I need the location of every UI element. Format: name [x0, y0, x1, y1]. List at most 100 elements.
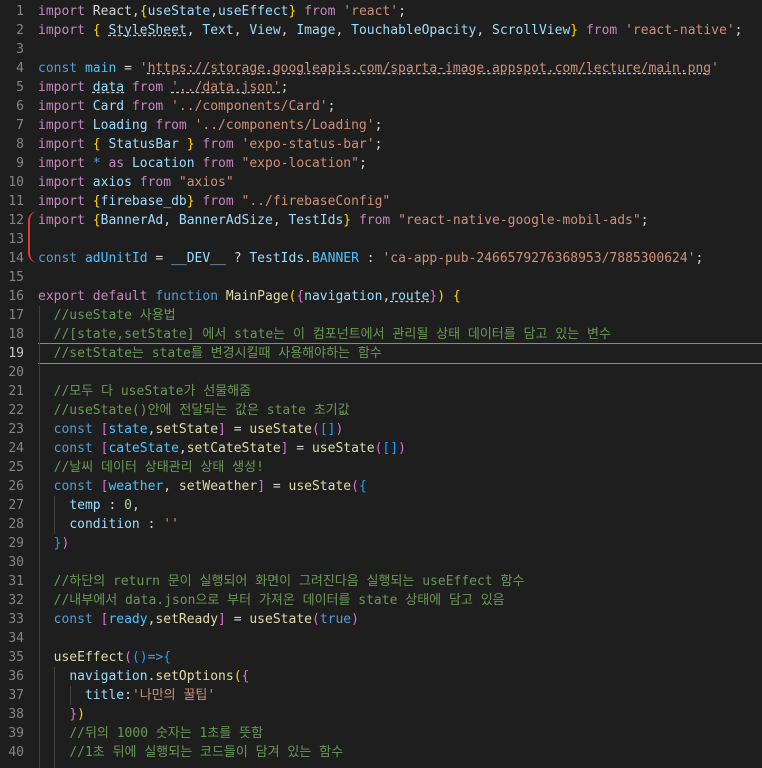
- code-text: import Loading from '../components/Loadi…: [38, 116, 382, 135]
- code-token: {: [163, 650, 172, 665]
- code-line[interactable]: 13: [0, 230, 762, 249]
- code-token: 'ca-app-pub-2466579276368953/7885300624': [382, 251, 696, 266]
- code-line[interactable]: 18 //[state,setState] 에서 state는 이 컴포넌트에서…: [0, 325, 762, 344]
- code-line[interactable]: 21 //모두 다 useState가 선물해줌: [0, 382, 762, 401]
- code-line[interactable]: 16 export default function MainPage({navi…: [0, 287, 762, 306]
- code-token: =: [147, 251, 172, 266]
- code-token: useEffect: [53, 650, 125, 665]
- code-line[interactable]: 40 //1초 뒤에 실행되는 코드들이 담겨 있는 함수: [0, 743, 762, 762]
- code-text: const main = 'https://storage.googleapis…: [38, 59, 719, 78]
- code-line[interactable]: 31 //하단의 return 문이 실행되어 화면이 그려진다음 실행되는 u…: [0, 572, 762, 591]
- code-token: ,: [186, 23, 203, 38]
- code-line[interactable]: 10 import axios from "axios": [0, 173, 762, 192]
- code-line[interactable]: 30: [0, 553, 762, 572]
- code-line[interactable]: 32 //내부에서 data.json으로 부터 가져온 데이터를 state …: [0, 591, 762, 610]
- code-line[interactable]: 19 //setState는 state를 변경시킬때 사용해야하는 함수: [0, 344, 762, 363]
- code-line[interactable]: 36 navigation.setOptions({: [0, 667, 762, 686]
- code-line[interactable]: 5 import data from '../data.json';: [0, 78, 762, 97]
- code-line[interactable]: 14 const adUnitId = __DEV__ ? TestIds.BAN…: [0, 249, 762, 268]
- code-line[interactable]: 7 import Loading from '../components/Load…: [0, 116, 762, 135]
- code-line[interactable]: 29 }): [0, 534, 762, 553]
- code-token: []: [319, 422, 336, 437]
- code-text: condition : '': [38, 515, 179, 534]
- code-token: (: [311, 422, 320, 437]
- code-token: MainPage: [225, 289, 289, 304]
- code-line[interactable]: 25 //날씨 데이터 상태관리 상태 생성!: [0, 458, 762, 477]
- code-token: (: [311, 612, 320, 627]
- code-token: const: [53, 441, 93, 456]
- code-line[interactable]: 37 title:'나만의 꿀팁': [0, 686, 762, 705]
- code-token: import: [38, 99, 85, 114]
- code-token: axios: [92, 175, 132, 190]
- code-token: useState: [249, 422, 312, 437]
- code-line[interactable]: 34: [0, 629, 762, 648]
- code-token: Card: [92, 99, 125, 114]
- code-line[interactable]: 12 import {BannerAd, BannerAdSize, TestId…: [0, 211, 762, 230]
- code-line[interactable]: 15: [0, 268, 762, 287]
- code-token: '../components/Loading': [194, 118, 375, 133]
- code-token: {: [92, 213, 101, 228]
- line-number: 26: [8, 479, 24, 494]
- code-line[interactable]: 38 }): [0, 705, 762, 724]
- line-number: 19: [8, 346, 24, 361]
- code-line[interactable]: 22 //useState()안에 전달되는 값은 state 초기값: [0, 401, 762, 420]
- code-token: //useState 사용법: [53, 308, 176, 323]
- code-editor[interactable]: 1 import React,{useState,useEffect} from …: [0, 0, 762, 768]
- code-token: function: [155, 289, 219, 304]
- code-line[interactable]: 8 import { StatusBar } from 'expo-status-…: [0, 135, 762, 154]
- code-line[interactable]: 4 const main = 'https://storage.googleapi…: [0, 59, 762, 78]
- code-line[interactable]: 39 //뒤의 1000 숫자는 1초를 뜻함: [0, 724, 762, 743]
- code-token: setState: [155, 422, 219, 437]
- code-line[interactable]: 20: [0, 363, 762, 382]
- code-line[interactable]: 11 import {firebase_db} from "../firebase…: [0, 192, 762, 211]
- line-number: 30: [8, 555, 24, 570]
- line-number: 34: [8, 631, 24, 646]
- code-text: const adUnitId = __DEV__ ? TestIds.BANNE…: [38, 249, 703, 268]
- code-line[interactable]: 26 const [weather, setWeather] = useStat…: [0, 477, 762, 496]
- code-token: :: [139, 517, 164, 532]
- code-line[interactable]: 23 const [state,setState] = useState([]): [0, 420, 762, 439]
- line-number: 20: [8, 365, 24, 380]
- code-line[interactable]: 9 import * as Location from "expo-locatio…: [0, 154, 762, 173]
- code-line[interactable]: 3: [0, 40, 762, 59]
- code-token: const: [38, 61, 78, 76]
- code-line[interactable]: 33 const [ready,setReady] = useState(tru…: [0, 610, 762, 629]
- code-token: {: [139, 4, 148, 19]
- code-line[interactable]: 35 useEffect(()=>{: [0, 648, 762, 667]
- code-token: 'expo-status-bar': [241, 137, 375, 152]
- code-line[interactable]: 28 condition : '': [0, 515, 762, 534]
- code-token: =: [265, 479, 289, 494]
- code-line[interactable]: 2 import { StyleSheet, Text, View, Image,…: [0, 21, 762, 40]
- code-token: "axios": [178, 175, 234, 190]
- code-line[interactable]: 6 import Card from '../components/Card';: [0, 97, 762, 116]
- code-token: []: [382, 441, 399, 456]
- code-text: import axios from "axios": [38, 173, 234, 192]
- code-token: useState: [147, 4, 211, 19]
- code-token: BannerAdSize: [178, 213, 273, 228]
- code-token: ): [398, 441, 406, 456]
- code-token: default: [92, 289, 148, 304]
- code-line[interactable]: 27 temp : 0,: [0, 496, 762, 515]
- line-number: 36: [8, 669, 24, 684]
- line-number: 2: [16, 23, 24, 38]
- code-token: }: [343, 213, 352, 228]
- code-line[interactable]: 24 const [cateState,setCateState] = useS…: [0, 439, 762, 458]
- code-token: '': [163, 517, 179, 532]
- code-line[interactable]: 1 import React,{useState,useEffect} from …: [0, 2, 762, 21]
- line-number: 18: [8, 327, 24, 342]
- code-line[interactable]: 17 //useState 사용법: [0, 306, 762, 325]
